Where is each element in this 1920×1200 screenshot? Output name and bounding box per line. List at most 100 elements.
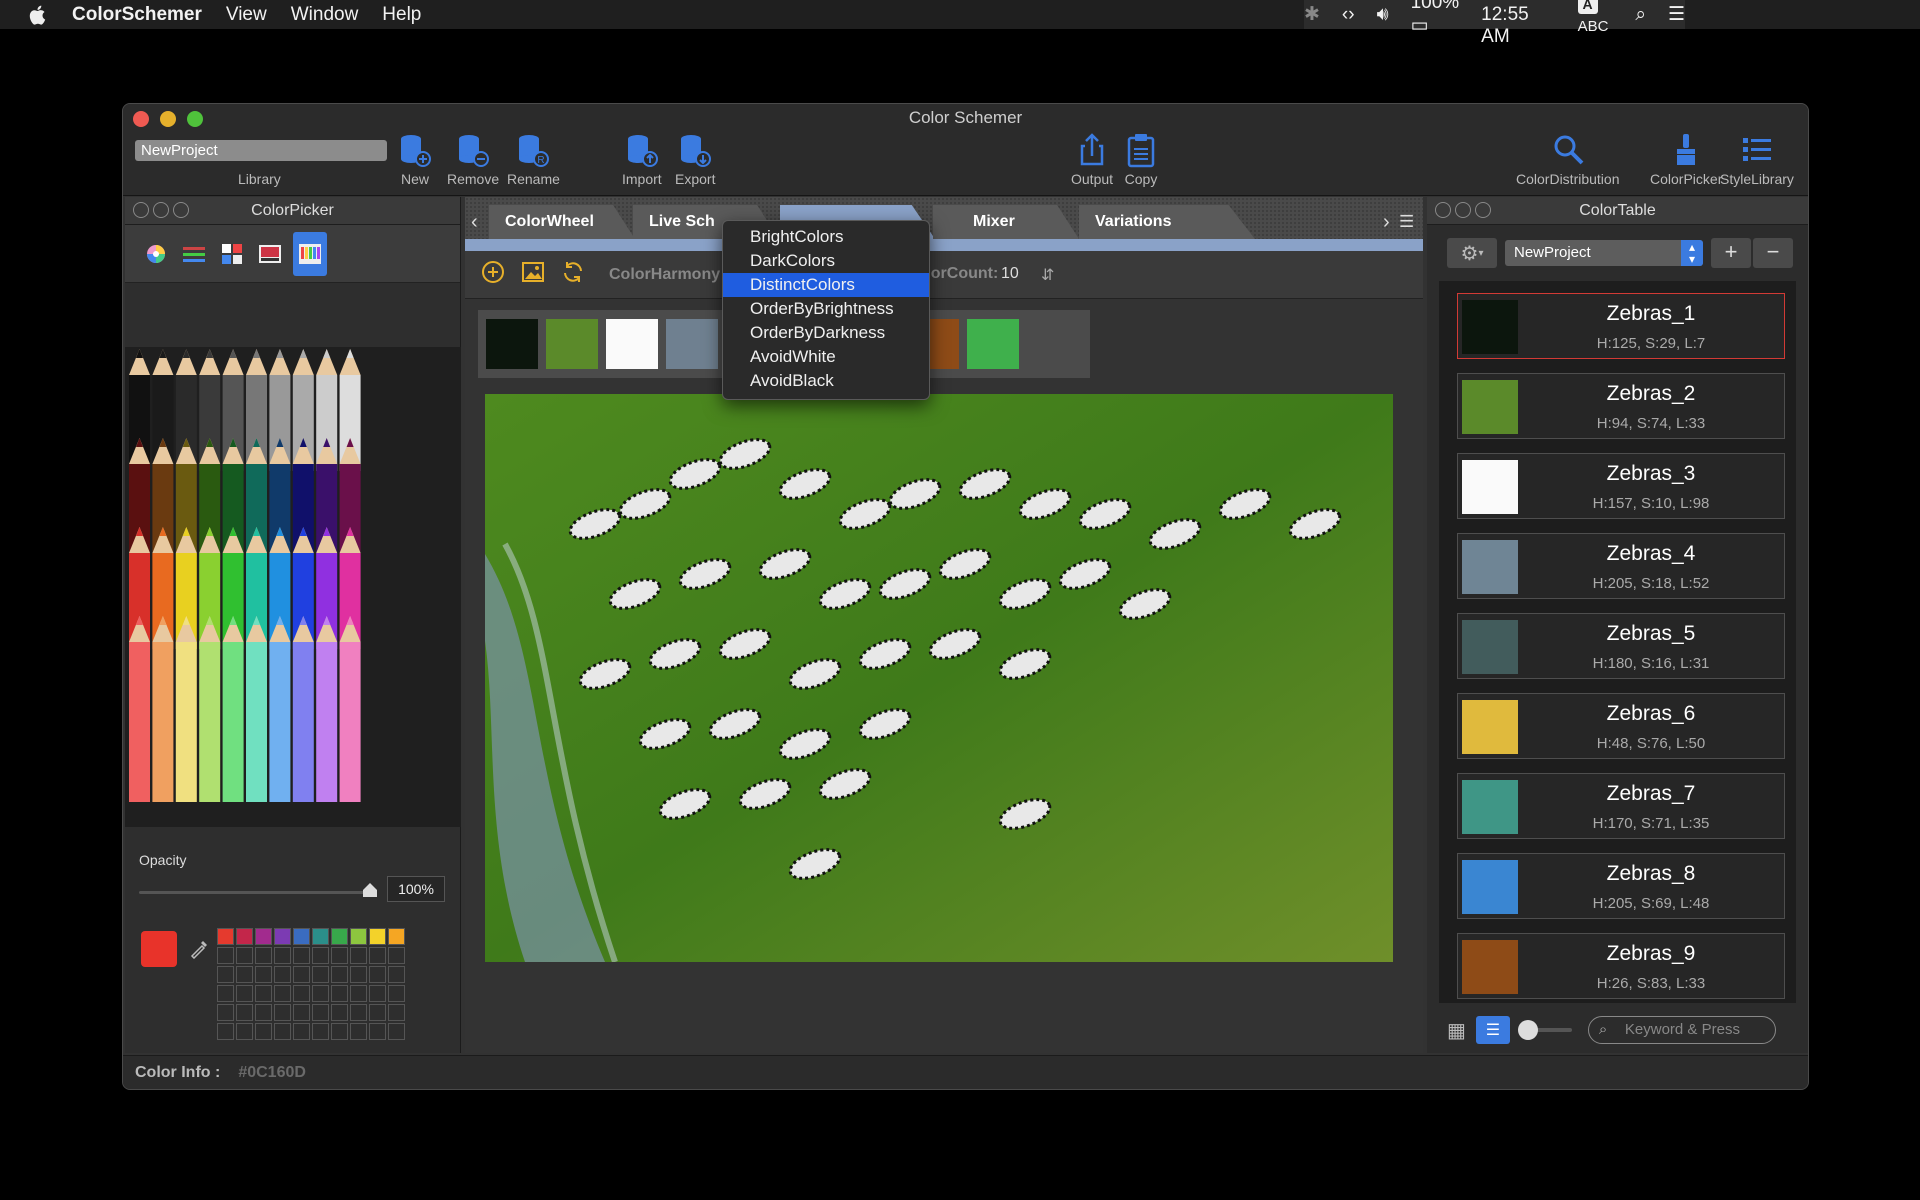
style-library-button[interactable]: StyleLibrary: [1720, 132, 1794, 187]
custom-color-cell[interactable]: [236, 985, 253, 1002]
source-image[interactable]: [485, 394, 1393, 962]
custom-color-cell[interactable]: [388, 985, 405, 1002]
custom-color-cell[interactable]: [388, 966, 405, 983]
panel-close-button[interactable]: [133, 202, 149, 218]
tab-color-wheel[interactable]: ColorWheel: [489, 205, 635, 239]
project-select[interactable]: NewProject ▴ ▾: [1505, 240, 1703, 266]
tab-overflow-icon[interactable]: ☰: [1399, 212, 1414, 232]
dropdown-item[interactable]: AvoidBlack: [723, 369, 929, 393]
custom-color-cell[interactable]: [331, 928, 348, 945]
menu-view[interactable]: View: [226, 4, 267, 26]
library-field[interactable]: NewProject: [135, 140, 387, 161]
pencil[interactable]: [152, 642, 174, 802]
custom-color-cell[interactable]: [217, 1004, 234, 1021]
custom-color-cell[interactable]: [255, 947, 272, 964]
panel-zoom-button[interactable]: [1475, 202, 1491, 218]
panel-minimize-button[interactable]: [153, 202, 169, 218]
menu-app-name[interactable]: ColorSchemer: [72, 4, 202, 26]
crayons-mode-icon[interactable]: [293, 231, 327, 276]
custom-color-cell[interactable]: [312, 947, 329, 964]
custom-color-cell[interactable]: [274, 966, 291, 983]
custom-color-cell[interactable]: [369, 947, 386, 964]
color-distribution-button[interactable]: ColorDistribution: [1516, 132, 1619, 187]
palette-swatch[interactable]: [967, 319, 1019, 369]
color-table-item[interactable]: Zebras_1 H:125, S:29, L:7: [1457, 293, 1785, 359]
custom-color-cell[interactable]: [236, 1023, 253, 1040]
tab-scroll-left-icon[interactable]: ‹: [471, 211, 478, 234]
custom-color-cell[interactable]: [350, 1004, 367, 1021]
export-button[interactable]: Export: [675, 132, 715, 187]
color-table-item[interactable]: Zebras_7 H:170, S:71, L:35: [1457, 773, 1785, 839]
custom-color-cell[interactable]: [312, 985, 329, 1002]
custom-color-cell[interactable]: [331, 985, 348, 1002]
custom-color-cell[interactable]: [331, 966, 348, 983]
image-mode-icon[interactable]: [255, 239, 285, 269]
rename-button[interactable]: R Rename: [507, 132, 560, 187]
custom-color-cell[interactable]: [331, 1004, 348, 1021]
palette-swatch[interactable]: [546, 319, 598, 369]
color-table-item[interactable]: Zebras_5 H:180, S:16, L:31: [1457, 613, 1785, 679]
volume-icon[interactable]: 🔊︎: [1377, 4, 1389, 26]
custom-color-cell[interactable]: [350, 966, 367, 983]
custom-color-cell[interactable]: [293, 1023, 310, 1040]
custom-color-cell[interactable]: [350, 985, 367, 1002]
custom-color-cell[interactable]: [236, 928, 253, 945]
pencil[interactable]: [222, 642, 244, 802]
custom-color-cell[interactable]: [274, 947, 291, 964]
custom-color-cell[interactable]: [293, 947, 310, 964]
color-table-item[interactable]: Zebras_8 H:205, S:69, L:48: [1457, 853, 1785, 919]
custom-color-cell[interactable]: [388, 928, 405, 945]
size-slider-knob[interactable]: [1517, 1020, 1538, 1040]
custom-color-cell[interactable]: [388, 1023, 405, 1040]
custom-color-cell[interactable]: [293, 928, 310, 945]
import-button[interactable]: Import: [622, 132, 662, 187]
image-icon[interactable]: [521, 260, 545, 289]
menu-help[interactable]: Help: [382, 4, 421, 26]
custom-color-cell[interactable]: [369, 1004, 386, 1021]
opacity-value[interactable]: 100%: [387, 876, 445, 902]
palettes-mode-icon[interactable]: [217, 239, 247, 269]
custom-color-cell[interactable]: [274, 985, 291, 1002]
grid-view-icon[interactable]: ▦: [1447, 1018, 1466, 1043]
custom-color-cell[interactable]: [388, 1004, 405, 1021]
panel-close-button[interactable]: [1435, 202, 1451, 218]
pencil[interactable]: [175, 642, 197, 802]
custom-color-grid[interactable]: [217, 928, 405, 1040]
pencils-graphic[interactable]: [125, 347, 461, 827]
custom-color-cell[interactable]: [236, 966, 253, 983]
tab-variations[interactable]: Variations: [1079, 205, 1255, 239]
copy-button[interactable]: Copy: [1124, 132, 1158, 187]
remove-color-button[interactable]: −: [1753, 238, 1793, 268]
bluetooth-icon[interactable]: ✱: [1304, 3, 1320, 26]
pencil[interactable]: [269, 642, 291, 802]
clock[interactable]: Thu 12:55 AM: [1481, 0, 1555, 48]
tab-mixer[interactable]: Mixer: [933, 205, 1079, 239]
color-wheel-mode-icon[interactable]: [141, 239, 171, 269]
dropdown-item[interactable]: OrderByDarkness: [723, 321, 929, 345]
custom-color-cell[interactable]: [274, 928, 291, 945]
add-icon[interactable]: [481, 260, 505, 289]
custom-color-cell[interactable]: [350, 1023, 367, 1040]
color-table-item[interactable]: Zebras_3 H:157, S:10, L:98: [1457, 453, 1785, 519]
custom-color-cell[interactable]: [369, 985, 386, 1002]
opacity-slider-knob[interactable]: [363, 883, 377, 897]
custom-color-cell[interactable]: [255, 966, 272, 983]
notification-center-icon[interactable]: ☰: [1668, 3, 1685, 26]
dropdown-item[interactable]: DistinctColors: [723, 273, 929, 297]
custom-color-cell[interactable]: [255, 928, 272, 945]
palette-swatch[interactable]: [666, 319, 718, 369]
custom-color-cell[interactable]: [217, 966, 234, 983]
pencil-box[interactable]: [125, 347, 461, 827]
keyword-search-input[interactable]: ⌕ Keyword & Press: [1587, 1016, 1776, 1044]
pencil[interactable]: [129, 642, 150, 802]
add-color-button[interactable]: +: [1711, 238, 1751, 268]
color-table-list[interactable]: Zebras_1 H:125, S:29, L:7 Zebras_2 H:94, S:…: [1439, 281, 1796, 1003]
refresh-icon[interactable]: [561, 260, 585, 289]
custom-color-cell[interactable]: [350, 928, 367, 945]
custom-color-cell[interactable]: [312, 966, 329, 983]
color-table-item[interactable]: Zebras_6 H:48, S:76, L:50: [1457, 693, 1785, 759]
dropdown-item[interactable]: AvoidWhite: [723, 345, 929, 369]
custom-color-cell[interactable]: [255, 1004, 272, 1021]
code-icon[interactable]: ‹›: [1342, 4, 1355, 26]
tab-scroll-right-icon[interactable]: ›: [1383, 211, 1390, 234]
